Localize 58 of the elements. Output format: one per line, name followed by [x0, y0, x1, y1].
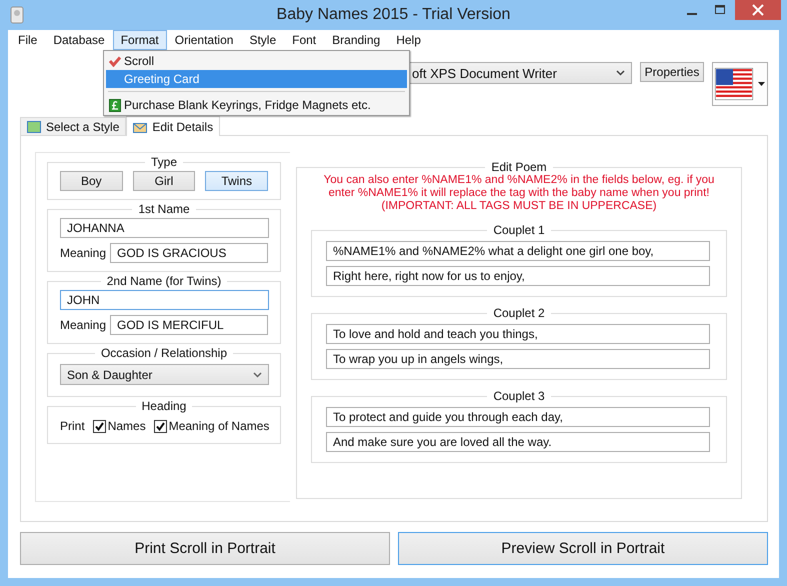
- menu-item[interactable]: Branding: [324, 30, 388, 50]
- checkbox-label: Names: [108, 419, 146, 433]
- type-button[interactable]: Boy: [60, 171, 123, 191]
- group-title: Couplet 1: [492, 223, 546, 237]
- tab[interactable]: Select a Style: [20, 117, 126, 135]
- menu-item[interactable]: File: [10, 30, 46, 50]
- poem-line-field[interactable]: And make sure you are loved all the way.: [326, 432, 710, 452]
- menu-item[interactable]: Help: [388, 30, 429, 50]
- menu-option[interactable]: Purchase Blank Keyrings, Fridge Magnets etc.: [106, 96, 407, 114]
- tab[interactable]: Edit Details: [126, 116, 220, 136]
- group-title: Heading: [140, 399, 188, 413]
- group-title: Occasion / Relationship: [100, 346, 228, 360]
- group-title: Edit Poem: [490, 160, 548, 174]
- pound-icon: [109, 98, 121, 112]
- group-title: Type: [150, 155, 178, 169]
- meaning-field[interactable]: GOD IS MERCIFUL: [110, 315, 268, 335]
- group-title: 1st Name: [137, 202, 191, 216]
- meaning-label: Meaning: [60, 246, 106, 260]
- poem-line-field[interactable]: To wrap you up in angels wings,: [326, 349, 710, 369]
- properties-button[interactable]: Properties: [640, 62, 704, 82]
- close-icon[interactable]: [735, 0, 781, 20]
- menu-option[interactable]: Scroll: [106, 52, 407, 70]
- flag-icon: [715, 68, 753, 100]
- poem-line-field[interactable]: To protect and guide you through each day,: [326, 407, 710, 427]
- menu-item[interactable]: Format: [112, 30, 167, 50]
- name-field[interactable]: JOHANNA: [60, 218, 269, 238]
- caret-icon: [758, 82, 765, 86]
- group-title: 2nd Name (for Twins): [106, 274, 222, 288]
- menu-item[interactable]: Style: [241, 30, 284, 50]
- checkbox[interactable]: [92, 420, 106, 432]
- poem-line-field[interactable]: %NAME1% and %NAME2% what a delight one girl one boy,: [326, 241, 710, 261]
- chevron-icon: [253, 372, 262, 378]
- group-title: Couplet 3: [492, 389, 546, 403]
- menu-item[interactable]: Orientation: [166, 30, 242, 50]
- poem-line-field[interactable]: Right here, right now for us to enjoy,: [326, 266, 710, 286]
- tag-instructions: You can also enter %NAME1% and %NAME2% in the fields below, eg. if you enter %NAME1% it will replace the tag with the baby name when you print! (IMPORTANT: ALL TAGS MUST BE IN UPPERCASE): [322, 174, 716, 213]
- name-field[interactable]: JOHN: [60, 290, 269, 310]
- group-title: Couplet 2: [492, 306, 546, 320]
- menu-item[interactable]: Font: [284, 30, 324, 50]
- chevron-icon: [616, 70, 625, 76]
- menu-item[interactable]: Database: [45, 30, 113, 50]
- action-button[interactable]: Preview Scroll in Portrait: [398, 532, 768, 565]
- flag-button[interactable]: [712, 62, 768, 106]
- checkbox[interactable]: [154, 420, 167, 432]
- app-icon: [10, 6, 24, 24]
- action-button[interactable]: Print Scroll in Portrait: [20, 532, 390, 565]
- check-icon: [109, 56, 121, 66]
- occasion-dropdown[interactable]: Son & Daughter: [60, 364, 269, 385]
- meaning-field[interactable]: GOD IS GRACIOUS: [110, 243, 268, 263]
- type-button[interactable]: Girl: [132, 171, 196, 191]
- checkbox-label: Meaning of Names: [168, 419, 270, 433]
- poem-line-field[interactable]: To love and hold and teach you things,: [326, 324, 710, 344]
- type-button[interactable]: Twins: [205, 171, 268, 191]
- envelope-icon: [133, 120, 148, 132]
- meaning-label: Meaning: [60, 318, 106, 332]
- window-icon: [27, 120, 41, 132]
- print-label: Print: [60, 419, 85, 433]
- window-title: Baby Names 2015 - Trial Version: [276, 6, 510, 24]
